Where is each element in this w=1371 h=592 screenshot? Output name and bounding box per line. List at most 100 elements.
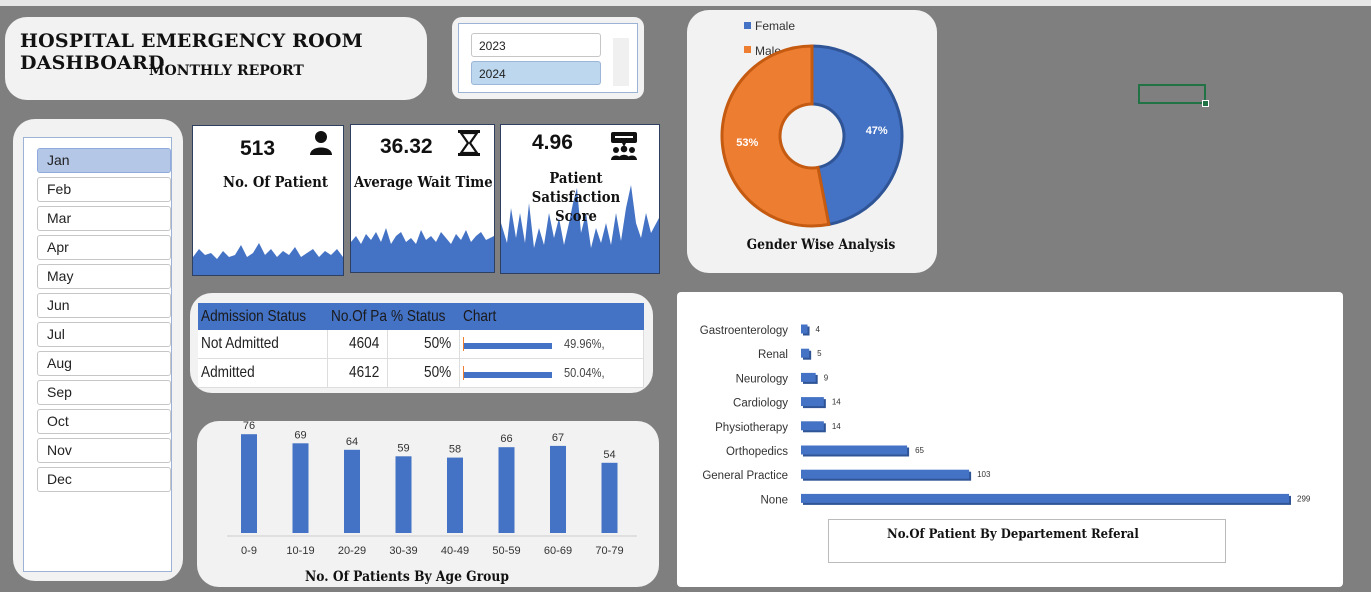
dept-bar-value: 299	[1297, 494, 1311, 503]
group-feedback-icon	[611, 132, 637, 160]
legend-swatch-female	[744, 22, 751, 29]
year-slicer-frame: 2023 2024	[458, 23, 638, 93]
age-bar-30-39	[395, 456, 412, 533]
age-bar-value: 64	[346, 436, 358, 448]
age-bar-50-59	[498, 447, 515, 533]
dept-category-label: None	[761, 494, 789, 506]
donut-label-male: 53%	[736, 137, 758, 149]
year-slicer-scrollbar[interactable]	[613, 38, 629, 86]
kpi-satisfaction: 4.96 Patient Satisfaction Score	[500, 124, 660, 274]
row-chart-track	[463, 336, 555, 351]
age-bar-value: 67	[552, 432, 564, 444]
dept-category-label: Gastroenterology	[700, 325, 788, 337]
month-option-aug[interactable]: Aug	[37, 351, 171, 376]
admission-card: Admission Status No.Of Pa % Status Chart…	[190, 293, 653, 393]
month-option-oct[interactable]: Oct	[37, 409, 171, 434]
month-slicer: Jan Feb Mar Apr May Jun Jul Aug Sep Oct Nov Dec	[13, 119, 183, 581]
row-chart-label: 49.96%,	[563, 336, 605, 351]
selected-cell[interactable]	[1138, 84, 1209, 107]
admission-header-row: Admission Status No.Of Pa % Status Chart	[198, 303, 644, 330]
age-bar-value: 76	[243, 421, 255, 432]
kpi-wait-time-sparkline	[351, 228, 494, 272]
row-chart-bar	[464, 371, 553, 378]
gender-donut: 47% 53%	[720, 44, 904, 228]
row-count: 4604	[327, 330, 389, 359]
header-admission-status: Admission Status	[198, 303, 328, 330]
hourglass-icon	[458, 130, 480, 156]
age-category-label: 10-19	[286, 545, 314, 557]
age-chart: 76 0-9 69 10-19 64 20-29 59 30-39 58 40-49 66 50-59…	[227, 420, 637, 585]
row-status: Not Admitted	[198, 330, 329, 359]
dept-bar-orthopedics	[801, 445, 908, 455]
legend-label-female: Female	[755, 19, 795, 33]
dept-category-label: Renal	[758, 349, 788, 361]
age-category-label: 30-39	[389, 545, 417, 557]
dept-bar-value: 14	[832, 422, 841, 431]
dept-bar-neurology	[801, 372, 816, 382]
legend-swatch-male	[744, 46, 751, 53]
dept-category-label: Physiotherapy	[715, 422, 788, 434]
row-chart: 50.04%,	[459, 358, 645, 388]
age-bar-value: 59	[397, 442, 409, 454]
gender-card: Female Male 47% 53% Gender Wise Analysis	[687, 10, 937, 273]
month-option-jul[interactable]: Jul	[37, 322, 171, 347]
donut-label-female: 47%	[866, 125, 888, 137]
row-chart-track	[463, 365, 555, 380]
age-bar-0-9	[241, 434, 257, 533]
row-percent: 50%	[387, 330, 461, 359]
age-category-label: 60-69	[544, 545, 572, 557]
age-bar-60-69	[550, 445, 566, 533]
age-category-label: 40-49	[441, 545, 469, 557]
month-option-may[interactable]: May	[37, 264, 171, 289]
age-bar-70-79	[601, 462, 618, 533]
dept-bar-physiotherapy	[801, 421, 824, 431]
age-chart-title: No. Of Patients By Age Group	[305, 569, 509, 585]
row-chart: 49.96%,	[459, 330, 645, 359]
dept-chart-title: No.Of Patient By Departement Referal	[828, 519, 1226, 563]
gender-chart-title: Gender Wise Analysis	[747, 237, 896, 253]
dept-bar-value: 65	[915, 446, 924, 455]
kpi-patients: 513 No. Of Patient	[192, 125, 344, 276]
year-slicer: 2023 2024	[452, 17, 644, 99]
spreadsheet-header-strip	[0, 0, 1371, 6]
month-option-jan[interactable]: Jan	[37, 148, 171, 173]
month-option-feb[interactable]: Feb	[37, 177, 171, 202]
age-bar-value: 69	[294, 429, 306, 441]
age-bar-20-29	[344, 449, 360, 533]
month-option-jun[interactable]: Jun	[37, 293, 171, 318]
age-bar-value: 54	[603, 449, 615, 461]
table-row: Admitted 4612 50% 50.04%,	[198, 358, 645, 388]
year-option-2024[interactable]: 2024	[471, 61, 601, 85]
dept-category-label: General Practice	[702, 470, 788, 482]
age-category-label: 50-59	[492, 545, 520, 557]
row-status: Admitted	[198, 358, 329, 388]
dept-bar-value: 14	[832, 398, 841, 407]
kpi-wait-time: 36.32 Average Wait Time	[350, 124, 495, 273]
month-option-sep[interactable]: Sep	[37, 380, 171, 405]
age-bar-40-49	[447, 457, 463, 533]
row-percent: 50%	[387, 358, 461, 388]
row-count: 4612	[327, 358, 389, 388]
header-chart: Chart	[459, 303, 644, 330]
year-option-2023[interactable]: 2023	[471, 33, 601, 57]
month-option-apr[interactable]: Apr	[37, 235, 171, 260]
dept-bar-cardiology	[801, 397, 824, 407]
dept-chart: Gastroenterology 4 Renal 5 Neurology 9 Cardiol…	[700, 324, 1311, 506]
title-card: HOSPITAL EMERGENCY ROOM DASHBOARD MONTHL…	[5, 17, 427, 100]
dept-bar-value: 9	[824, 373, 829, 382]
dept-bar-value: 103	[977, 470, 991, 479]
gender-chart: Female Male 47%53% Gender Wise Analysis	[720, 19, 904, 253]
table-row: Not Admitted 4604 50% 49.96%,	[198, 330, 645, 359]
dept-bar-none	[801, 493, 1289, 503]
month-option-dec[interactable]: Dec	[37, 467, 171, 492]
kpi-patients-sparkline	[193, 243, 343, 275]
age-category-label: 70-79	[595, 545, 623, 557]
header-patient-count: No.Of Pa	[327, 303, 388, 330]
kpi-patients-value: 513	[240, 137, 276, 160]
dept-category-label: Cardiology	[733, 398, 788, 410]
month-option-nov[interactable]: Nov	[37, 438, 171, 463]
age-chart-card: 76 0-9 69 10-19 64 20-29 59 30-39 58 40-49 66 50-59…	[197, 420, 659, 587]
month-option-mar[interactable]: Mar	[37, 206, 171, 231]
donut-slice-male	[720, 44, 831, 228]
row-chart-label: 50.04%,	[563, 365, 605, 380]
